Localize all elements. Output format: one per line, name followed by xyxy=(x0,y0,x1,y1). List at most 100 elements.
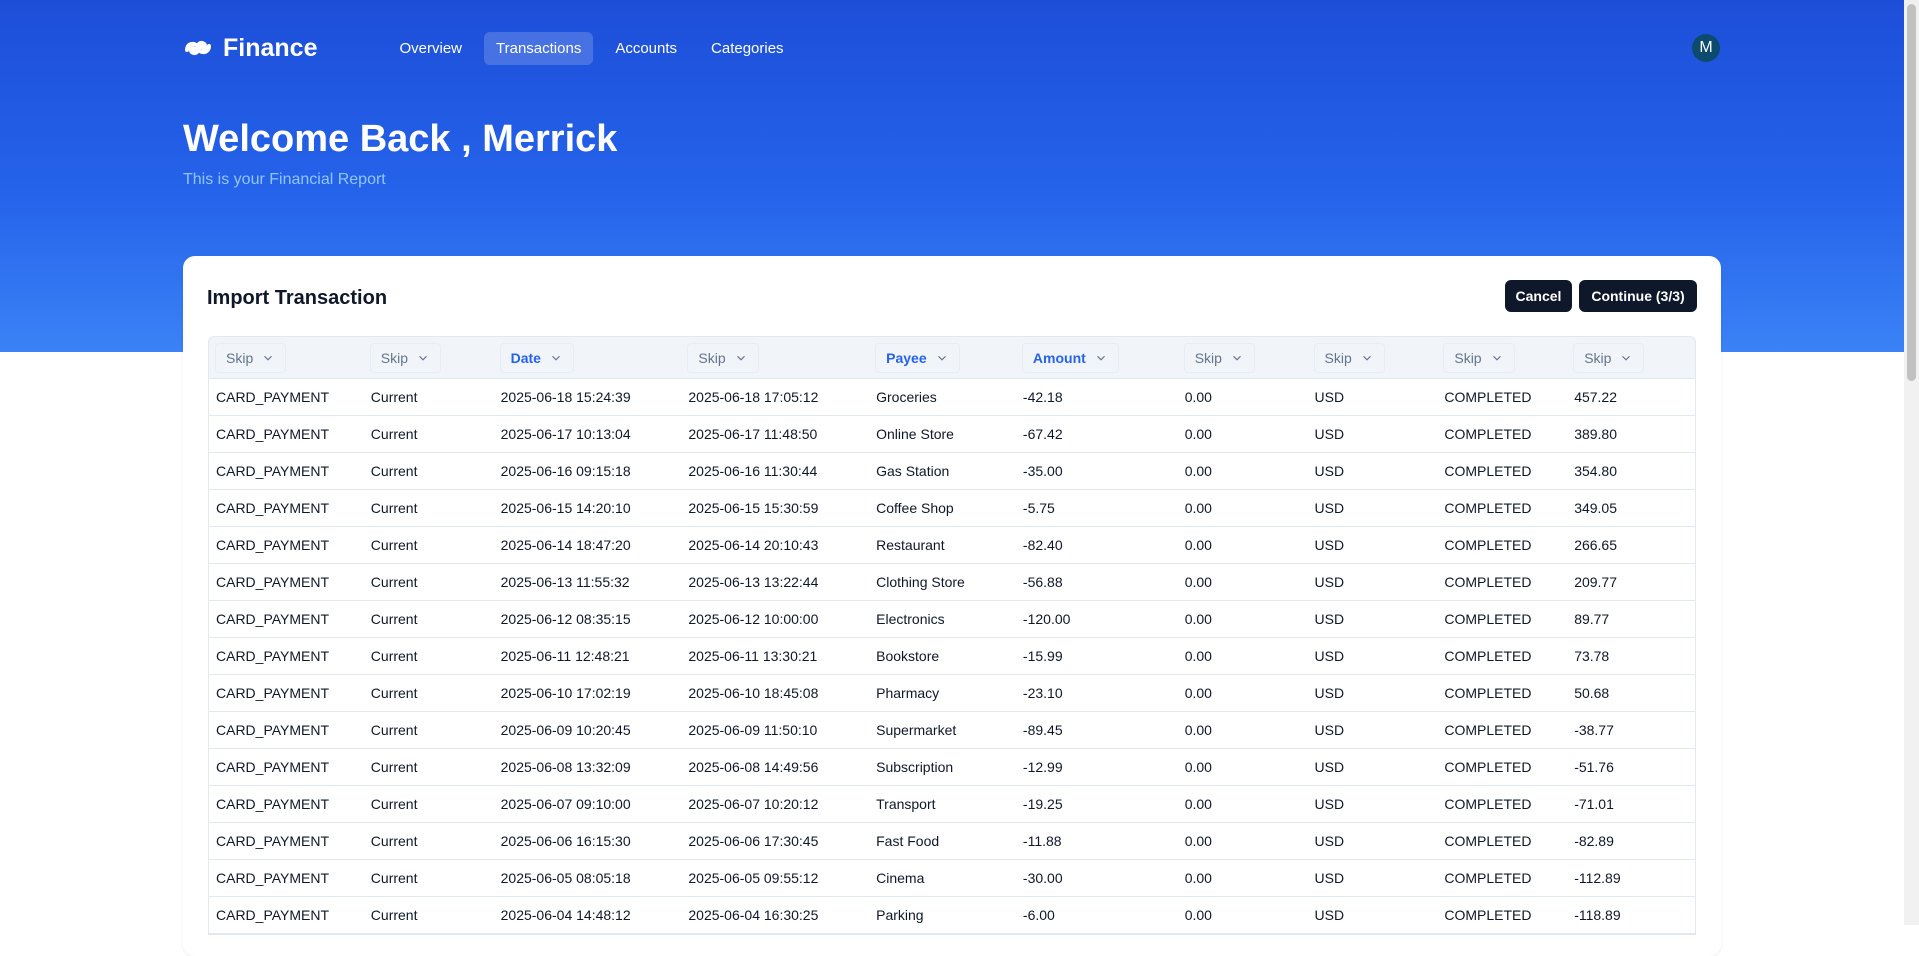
continue-button[interactable]: Continue (3/3) xyxy=(1579,280,1697,312)
column-mapping-select[interactable]: Skip xyxy=(687,343,759,373)
column-mapping-label: Skip xyxy=(1324,350,1352,366)
column-mapping-select[interactable]: Skip xyxy=(369,343,442,373)
table-cell: USD xyxy=(1314,463,1345,479)
page-scrollbar[interactable] xyxy=(1904,0,1919,925)
table-row: CARD_PAYMENT Current 2025-06-15 14:20:10 20… xyxy=(209,490,1695,527)
table-cell: 0.00 xyxy=(1184,722,1212,738)
chevron-down-icon xyxy=(264,355,273,361)
table-cell: -19.25 xyxy=(1022,796,1063,812)
chevron-down-icon xyxy=(1622,355,1631,361)
table-cell: -6.00 xyxy=(1022,907,1055,923)
app-name: Finance xyxy=(223,33,318,62)
column-mapping-label: Skip xyxy=(380,350,409,366)
table-cell: 73.78 xyxy=(1574,648,1610,664)
table-cell: CARD_PAYMENT xyxy=(216,759,330,775)
table-cell: 2025-06-05 08:05:18 xyxy=(500,870,631,886)
table-cell: COMPLETED xyxy=(1444,500,1532,516)
table-cell: 0.00 xyxy=(1184,389,1212,405)
table-cell: -82.89 xyxy=(1574,833,1614,849)
table-cell: USD xyxy=(1314,796,1345,812)
table-cell: 2025-06-05 09:55:12 xyxy=(688,870,819,886)
table-cell: 2025-06-12 10:00:00 xyxy=(688,611,819,627)
table-cell: USD xyxy=(1314,648,1345,664)
nav-transactions[interactable]: Transactions xyxy=(484,31,594,65)
table-cell: COMPLETED xyxy=(1444,463,1532,479)
table-cell: Current xyxy=(370,685,418,701)
cancel-button[interactable]: Cancel xyxy=(1505,280,1572,312)
column-mapping-select[interactable]: Skip xyxy=(1573,343,1645,373)
table-cell: Current xyxy=(370,426,418,442)
nav-accounts[interactable]: Accounts xyxy=(603,32,689,65)
table-cell: 2025-06-15 15:30:59 xyxy=(688,500,819,516)
table-cell: 349.05 xyxy=(1574,500,1618,516)
table-cell: 2025-06-16 11:30:44 xyxy=(688,463,818,479)
table-cell: 0.00 xyxy=(1184,833,1212,849)
table-cell: CARD_PAYMENT xyxy=(216,574,330,590)
table-cell: 2025-06-08 14:49:56 xyxy=(688,759,819,775)
nav-overview[interactable]: Overview xyxy=(387,32,474,65)
column-mapping-select[interactable]: Payee xyxy=(875,343,960,373)
table-cell: -12.99 xyxy=(1022,759,1063,775)
app-logo[interactable]: Finance xyxy=(183,34,317,63)
table-cell: -67.42 xyxy=(1022,426,1063,442)
column-mapping-select[interactable]: Amount xyxy=(1021,343,1119,373)
table-cell: Current xyxy=(370,833,418,849)
table-cell: -112.89 xyxy=(1574,870,1621,886)
table-cell: -11.88 xyxy=(1022,833,1062,849)
user-avatar[interactable]: M xyxy=(1692,34,1720,62)
table-cell: 2025-06-11 12:48:21 xyxy=(500,648,630,664)
table-cell: CARD_PAYMENT xyxy=(216,870,330,886)
table-row: CARD_PAYMENT Current 2025-06-05 08:05:18 20… xyxy=(209,860,1695,897)
column-mapping-select[interactable]: Skip xyxy=(1443,343,1515,373)
table-cell: 0.00 xyxy=(1184,500,1212,516)
table-cell: -118.89 xyxy=(1574,907,1621,923)
table-cell: 0.00 xyxy=(1184,685,1212,701)
column-mapping-select[interactable]: Skip xyxy=(1183,343,1255,373)
table-row: CARD_PAYMENT Current 2025-06-07 09:10:00 20… xyxy=(209,786,1695,823)
column-mapping-label: Skip xyxy=(226,350,254,366)
table-cell: Current xyxy=(370,796,418,812)
import-title: Import Transaction xyxy=(207,287,388,309)
chevron-down-icon xyxy=(736,355,745,361)
table-cell: -23.10 xyxy=(1022,685,1063,701)
column-header: Skip xyxy=(364,337,494,379)
table-cell: COMPLETED xyxy=(1444,426,1532,442)
chevron-down-icon xyxy=(1492,355,1501,361)
table-row: CARD_PAYMENT Current 2025-06-12 08:35:15 20… xyxy=(209,601,1695,638)
scrollbar-thumb[interactable] xyxy=(1907,4,1916,381)
column-mapping-select[interactable]: Skip xyxy=(215,343,287,373)
table-cell: Current xyxy=(370,907,418,923)
table-cell: Current xyxy=(370,722,418,738)
table-cell: COMPLETED xyxy=(1444,907,1532,923)
table-cell: 2025-06-07 10:20:12 xyxy=(688,796,819,812)
table-header: Skip Skip Date Skip Payee Amount Skip Skip Skip S… xyxy=(209,337,1695,379)
table-cell: 2025-06-17 10:13:04 xyxy=(500,426,631,442)
table-cell: 50.68 xyxy=(1574,685,1610,701)
table-cell: USD xyxy=(1314,759,1345,775)
table-cell: Parking xyxy=(876,907,924,923)
table-cell: USD xyxy=(1314,500,1345,516)
column-header: Skip xyxy=(1437,337,1567,379)
table-cell: 2025-06-13 11:55:32 xyxy=(500,574,630,590)
table-cell: Current xyxy=(370,611,418,627)
table-cell: Pharmacy xyxy=(876,685,940,701)
table-cell: COMPLETED xyxy=(1444,685,1532,701)
column-mapping-select[interactable]: Skip xyxy=(1313,343,1385,373)
table-cell: -30.00 xyxy=(1022,870,1063,886)
nav-categories[interactable]: Categories xyxy=(699,32,796,65)
table-cell: CARD_PAYMENT xyxy=(216,907,330,923)
table-cell: Supermarket xyxy=(876,722,957,738)
table-cell: COMPLETED xyxy=(1444,796,1532,812)
column-mapping-label: Amount xyxy=(1032,350,1086,366)
table-cell: -56.88 xyxy=(1022,574,1063,590)
table-cell: 209.77 xyxy=(1574,574,1618,590)
table-cell: -82.40 xyxy=(1022,537,1063,553)
table-cell: -42.18 xyxy=(1022,389,1063,405)
column-header: Skip xyxy=(681,337,869,379)
table-cell: COMPLETED xyxy=(1444,648,1532,664)
column-header: Amount xyxy=(1016,337,1178,379)
column-mapping-select[interactable]: Date xyxy=(499,343,574,373)
table-cell: 2025-06-08 13:32:09 xyxy=(500,759,631,775)
table-cell: Current xyxy=(370,500,418,516)
chevron-down-icon xyxy=(1096,355,1105,361)
